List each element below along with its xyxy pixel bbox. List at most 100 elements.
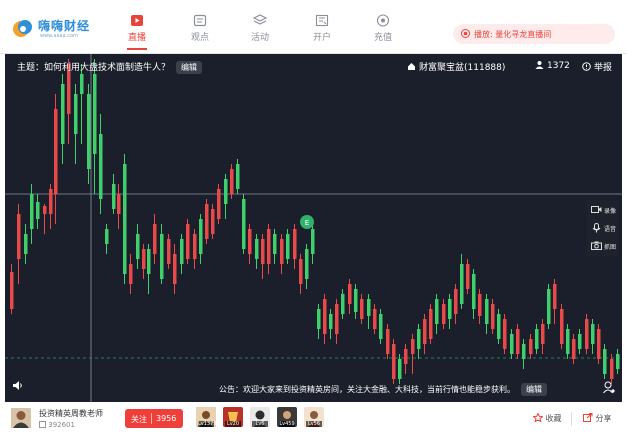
collect-label: 收藏 xyxy=(545,414,562,423)
candle-body xyxy=(516,329,520,354)
id-icon xyxy=(39,421,46,428)
candle-body xyxy=(248,229,252,254)
candle-body xyxy=(112,184,116,209)
nav-viewpoint[interactable]: 观点 xyxy=(180,14,220,43)
candle-body xyxy=(566,329,570,354)
volume-icon[interactable] xyxy=(12,380,24,391)
account-icon xyxy=(315,14,329,27)
share-button[interactable]: 分享 xyxy=(583,413,612,424)
candle-body xyxy=(24,234,28,254)
candle-body xyxy=(398,359,402,379)
candle-body xyxy=(17,214,21,259)
live-video-stage[interactable]: E 主题：如何利用大盘技术面制造牛人？ 编辑 财富聚宝盆(111888) 1372… xyxy=(5,54,622,402)
follow-button[interactable]: 关注 3956 xyxy=(125,409,183,428)
gift-badge[interactable]: Lv20 xyxy=(223,407,243,427)
gift-level: Lv6 xyxy=(252,421,268,427)
recharge-icon xyxy=(376,14,390,27)
gift-badge[interactable]: Lv56 xyxy=(304,407,324,427)
collect-button[interactable]: 收藏 xyxy=(532,412,562,424)
candle-body xyxy=(404,349,408,364)
candle-body xyxy=(267,229,271,264)
announcement-text: 公告：欢迎大家来到投资精英房间，关注大金融、大科技，当前行情也能稳步获利。 xyxy=(219,385,515,394)
gift-level: Lv1379 xyxy=(198,421,216,427)
candle-body xyxy=(74,94,78,134)
candle-body xyxy=(578,334,582,349)
voice-button[interactable]: 语音 xyxy=(589,220,619,236)
candle-body xyxy=(142,249,146,269)
gift-badge[interactable]: Lv1379 xyxy=(196,407,216,427)
nav-account[interactable]: 开户 xyxy=(302,14,342,43)
viewpoint-icon xyxy=(193,14,207,27)
candle-body xyxy=(305,249,309,279)
report-label: 举报 xyxy=(594,63,613,73)
candle-body xyxy=(205,204,209,239)
host-avatar[interactable] xyxy=(11,408,31,428)
user-settings-icon[interactable] xyxy=(603,381,615,394)
candle-body xyxy=(317,309,321,329)
site-logo[interactable]: 嗨嗨财经 www.aaaa.com xyxy=(10,14,110,44)
viewer-count: 1372 xyxy=(535,60,570,71)
candle-body xyxy=(367,299,371,316)
nav-activity[interactable]: 活动 xyxy=(240,14,280,43)
candle-body xyxy=(105,229,109,244)
candle-body xyxy=(49,189,53,214)
nav-live[interactable]: 直播 xyxy=(117,14,157,50)
candle-body xyxy=(54,109,58,194)
candle-body xyxy=(230,169,234,194)
now-playing-badge[interactable]: 播放: 量化寻龙直播间 xyxy=(453,24,615,44)
candle-body xyxy=(43,206,47,214)
candle-body xyxy=(448,299,452,319)
candle-body xyxy=(30,194,34,229)
nav-recharge[interactable]: 充值 xyxy=(363,14,403,43)
candle-body xyxy=(99,134,103,199)
follow-label: 关注 xyxy=(131,415,147,424)
record-button[interactable]: 录像 xyxy=(589,202,619,218)
candle-body xyxy=(547,289,551,324)
candle-body xyxy=(535,329,539,349)
candle-body xyxy=(255,239,259,259)
logo-icon xyxy=(13,20,32,37)
logo-name: 嗨嗨财经 xyxy=(38,19,91,33)
chart-marker-label: E xyxy=(305,219,309,227)
candle-body xyxy=(423,319,427,344)
announcement-edit-button[interactable]: 编辑 xyxy=(521,383,547,396)
host-name[interactable]: 投资精英周教老师 xyxy=(39,408,103,419)
gift-badge[interactable]: Lv459 xyxy=(277,407,297,427)
candle-body xyxy=(466,264,470,289)
candle-body xyxy=(193,234,197,259)
candle-body xyxy=(87,94,91,169)
screenshot-button[interactable]: 抓图 xyxy=(589,238,619,254)
candle-body xyxy=(454,289,458,314)
candle-body xyxy=(572,339,576,359)
candle-body xyxy=(373,309,377,329)
topic-edit-button[interactable]: 编辑 xyxy=(176,61,203,74)
candle-body xyxy=(541,324,545,344)
candle-body xyxy=(591,324,595,344)
nav-label: 观点 xyxy=(190,33,209,43)
candle-body xyxy=(560,309,564,344)
record-label: 录像 xyxy=(604,208,617,215)
nav-label: 开户 xyxy=(312,33,331,43)
candle-body xyxy=(522,344,526,359)
candle-body xyxy=(136,234,140,259)
candle-body xyxy=(186,224,190,259)
candle-body xyxy=(153,224,157,254)
candle-body xyxy=(329,314,333,329)
footer-divider xyxy=(571,412,572,426)
gift-badge[interactable]: Lv6 xyxy=(250,407,270,427)
candle-body xyxy=(603,349,607,374)
top-bar: 嗨嗨财经 www.aaaa.com 直播 观点 活动 开户 充值 播放: 量化寻… xyxy=(0,0,627,54)
room-name: 财富聚宝盆(111888) xyxy=(419,63,506,73)
gift-level: Lv459 xyxy=(279,421,295,427)
candle-body xyxy=(286,234,290,259)
candle-body xyxy=(341,294,345,314)
report-button[interactable]: 举报 xyxy=(582,60,612,73)
snapshot-icon xyxy=(591,241,602,250)
candle-body xyxy=(199,219,203,254)
voice-label: 语音 xyxy=(604,226,617,233)
candle-body xyxy=(386,329,390,354)
candle-body xyxy=(360,299,364,319)
candle-body xyxy=(117,194,121,214)
candle-body xyxy=(311,229,315,254)
candle-body xyxy=(478,294,482,316)
